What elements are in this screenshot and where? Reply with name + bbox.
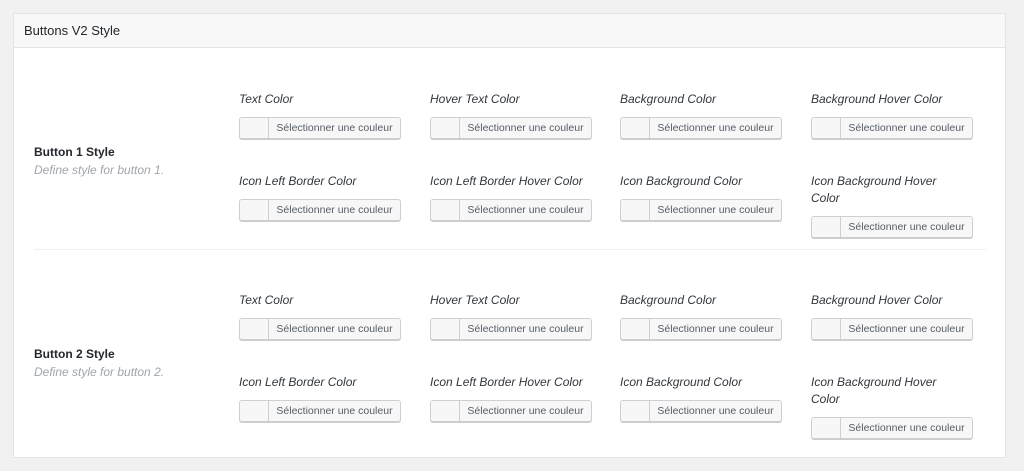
field-icon-background-hover-color: Icon Background Hover Color Sélectionner… (811, 374, 973, 439)
color-picker-button[interactable]: Sélectionner une couleur (430, 117, 592, 139)
field-hover-text-color: Hover Text Color Sélectionner une couleu… (430, 91, 600, 139)
field-icon-left-border-hover-color: Icon Left Border Hover Color Sélectionne… (430, 374, 600, 422)
field-label: Icon Left Border Hover Color (430, 174, 583, 188)
field-label: Text Color (239, 92, 294, 106)
color-picker-label: Sélectionner une couleur (269, 200, 400, 220)
color-picker-button[interactable]: Sélectionner une couleur (811, 216, 973, 238)
field-label: Background Hover Color (811, 92, 943, 106)
section-description: Define style for button 2. (34, 365, 165, 379)
color-picker-button[interactable]: Sélectionner une couleur (430, 400, 592, 422)
panel-header: Buttons V2 Style (14, 14, 1005, 48)
color-picker-label: Sélectionner une couleur (460, 319, 591, 339)
color-picker-button[interactable]: Sélectionner une couleur (620, 199, 782, 221)
field-label: Text Color (239, 293, 294, 307)
field-background-hover-color: Background Hover Color Sélectionner une … (811, 292, 981, 340)
field-icon-background-color: Icon Background Color Sélectionner une c… (620, 173, 790, 221)
field-background-hover-color: Background Hover Color Sélectionner une … (811, 91, 981, 139)
field-label: Icon Left Border Color (239, 375, 357, 389)
color-swatch[interactable] (621, 118, 650, 138)
field-label: Icon Background Hover Color (811, 375, 937, 406)
settings-panel: Buttons V2 Style Button 1 Style Define s… (13, 13, 1006, 458)
color-swatch[interactable] (812, 418, 841, 438)
field-label: Icon Left Border Hover Color (430, 375, 583, 389)
field-label: Hover Text Color (430, 293, 520, 307)
color-swatch[interactable] (431, 200, 460, 220)
field-label: Icon Background Hover Color (811, 174, 937, 205)
color-picker-label: Sélectionner une couleur (841, 319, 972, 339)
field-text-color: Text Color Sélectionner une couleur (239, 91, 409, 139)
color-picker-button[interactable]: Sélectionner une couleur (811, 417, 973, 439)
color-swatch[interactable] (431, 118, 460, 138)
color-picker-label: Sélectionner une couleur (650, 200, 781, 220)
color-swatch[interactable] (431, 401, 460, 421)
color-picker-label: Sélectionner une couleur (841, 118, 972, 138)
color-picker-label: Sélectionner une couleur (841, 217, 972, 237)
field-label: Icon Background Color (620, 375, 743, 389)
section-description: Define style for button 1. (34, 163, 165, 177)
field-label: Icon Left Border Color (239, 174, 357, 188)
color-picker-label: Sélectionner une couleur (269, 401, 400, 421)
field-icon-left-border-color: Icon Left Border Color Sélectionner une … (239, 374, 409, 422)
field-label: Icon Background Color (620, 174, 743, 188)
color-swatch[interactable] (812, 319, 841, 339)
field-hover-text-color: Hover Text Color Sélectionner une couleu… (430, 292, 600, 340)
color-swatch[interactable] (812, 217, 841, 237)
button-1-style-section: Button 1 Style Define style for button 1… (34, 48, 987, 250)
field-label: Background Hover Color (811, 293, 943, 307)
field-icon-left-border-hover-color: Icon Left Border Hover Color Sélectionne… (430, 173, 600, 221)
color-swatch[interactable] (240, 401, 269, 421)
button-2-style-section: Button 2 Style Define style for button 2… (34, 250, 987, 450)
color-swatch[interactable] (621, 401, 650, 421)
color-picker-button[interactable]: Sélectionner une couleur (620, 400, 782, 422)
color-picker-button[interactable]: Sélectionner une couleur (239, 400, 401, 422)
color-picker-button[interactable]: Sélectionner une couleur (811, 117, 973, 139)
color-picker-label: Sélectionner une couleur (460, 118, 591, 138)
color-swatch[interactable] (812, 118, 841, 138)
color-picker-label: Sélectionner une couleur (650, 401, 781, 421)
color-picker-button[interactable]: Sélectionner une couleur (620, 318, 782, 340)
color-picker-button[interactable]: Sélectionner une couleur (239, 199, 401, 221)
color-swatch[interactable] (240, 118, 269, 138)
panel-title: Buttons V2 Style (24, 23, 121, 38)
field-background-color: Background Color Sélectionner une couleu… (620, 292, 790, 340)
section-title: Button 2 Style (34, 347, 115, 361)
color-picker-label: Sélectionner une couleur (650, 118, 781, 138)
field-icon-left-border-color: Icon Left Border Color Sélectionner une … (239, 173, 409, 221)
color-swatch[interactable] (240, 200, 269, 220)
field-label: Background Color (620, 92, 717, 106)
color-picker-button[interactable]: Sélectionner une couleur (811, 318, 973, 340)
color-picker-label: Sélectionner une couleur (269, 118, 400, 138)
field-icon-background-color: Icon Background Color Sélectionner une c… (620, 374, 790, 422)
color-swatch[interactable] (621, 200, 650, 220)
color-picker-label: Sélectionner une couleur (460, 200, 591, 220)
field-background-color: Background Color Sélectionner une couleu… (620, 91, 790, 139)
color-picker-button[interactable]: Sélectionner une couleur (239, 318, 401, 340)
color-picker-button[interactable]: Sélectionner une couleur (430, 199, 592, 221)
color-picker-label: Sélectionner une couleur (650, 319, 781, 339)
color-picker-button[interactable]: Sélectionner une couleur (620, 117, 782, 139)
color-picker-button[interactable]: Sélectionner une couleur (430, 318, 592, 340)
color-swatch[interactable] (431, 319, 460, 339)
field-icon-background-hover-color: Icon Background Hover Color Sélectionner… (811, 173, 973, 238)
field-label: Background Color (620, 293, 717, 307)
field-text-color: Text Color Sélectionner une couleur (239, 292, 409, 340)
color-picker-label: Sélectionner une couleur (269, 319, 400, 339)
section-title: Button 1 Style (34, 145, 115, 159)
color-picker-label: Sélectionner une couleur (841, 418, 972, 438)
field-label: Hover Text Color (430, 92, 520, 106)
color-swatch[interactable] (240, 319, 269, 339)
color-swatch[interactable] (621, 319, 650, 339)
color-picker-button[interactable]: Sélectionner une couleur (239, 117, 401, 139)
color-picker-label: Sélectionner une couleur (460, 401, 591, 421)
